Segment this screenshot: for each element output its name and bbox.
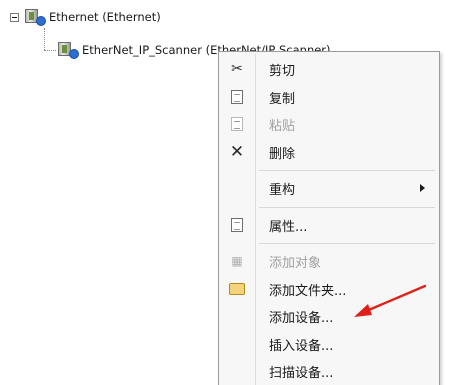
add-object-icon: ▦ [231,254,243,268]
menu-item-cut[interactable]: ✂ 剪切 [219,56,439,82]
paste-icon [228,115,246,133]
tree-connector-line [44,50,56,52]
tree-connector-line [44,28,46,50]
menu-item-properties[interactable]: 属性... [219,212,439,238]
context-menu: ✂ 剪切 复制 粘贴 ✕ 删除 重构 属性... ▦ 添加对象 添加文件夹...… [218,51,440,385]
copy-icon [228,88,246,106]
properties-icon [228,216,246,234]
menu-item-refactor[interactable]: 重构 [219,175,439,201]
menu-item-paste: 粘贴 [219,111,439,137]
delete-icon: ✕ [229,142,245,162]
menu-item-copy[interactable]: 复制 [219,84,439,110]
menu-item-insert-device[interactable]: 插入设备... [219,331,439,357]
menu-item-scan-devices[interactable]: 扫描设备... [219,358,439,384]
screenshot-canvas: Ethernet (Ethernet) EtherNet_IP_Scanner … [0,0,459,385]
tree-node-label: Ethernet (Ethernet) [49,10,161,24]
cut-icon: ✂ [231,61,243,77]
menu-item-add-object: ▦ 添加对象 [219,248,439,274]
red-arrow-annotation [354,284,427,317]
menu-separator [259,170,435,171]
tree-node-ethernet[interactable]: Ethernet (Ethernet) [10,8,161,26]
menu-separator [259,243,435,244]
menu-separator [259,207,435,208]
collapse-toggle-icon[interactable] [10,12,19,22]
folder-icon [228,280,246,298]
menu-item-delete[interactable]: ✕ 删除 [219,139,439,165]
ethernet-device-icon [23,8,46,26]
scanner-device-icon [56,41,79,59]
submenu-arrow-icon [420,184,425,192]
